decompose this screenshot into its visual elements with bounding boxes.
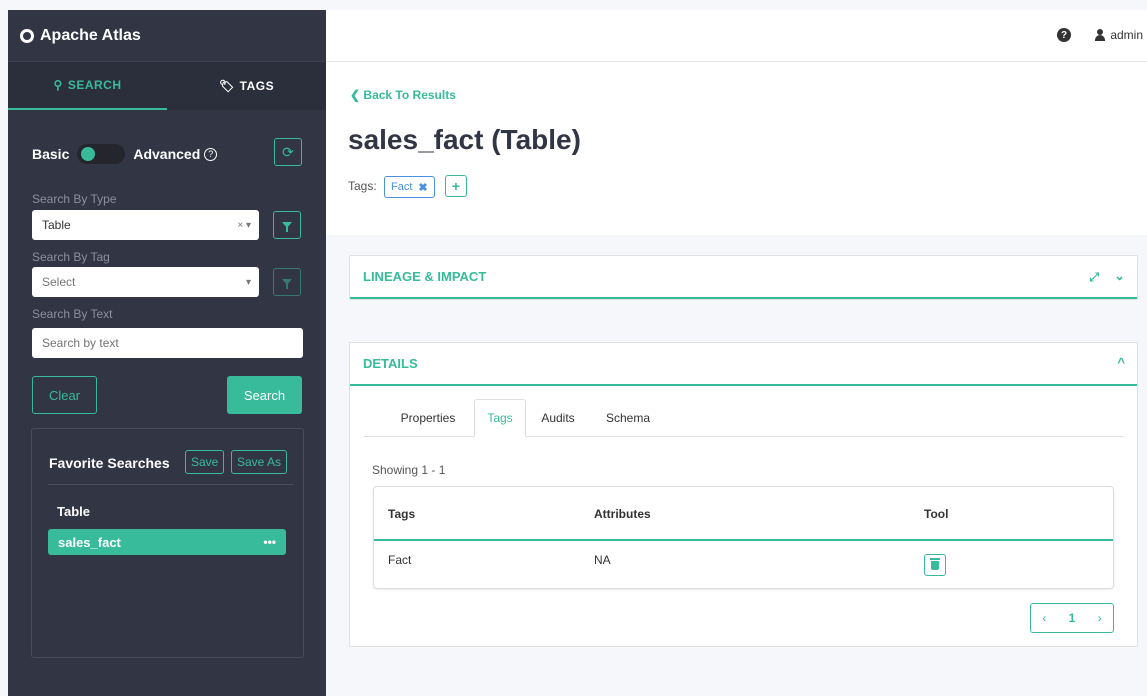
column-header-tool: Tool: [924, 507, 949, 521]
help-circle-icon[interactable]: ?: [204, 147, 218, 161]
cell-tag: Fact: [388, 553, 412, 567]
user-name: admin: [1110, 28, 1143, 42]
page-number[interactable]: 1: [1069, 611, 1076, 625]
favorite-category: Table: [57, 504, 90, 519]
chevron-down-icon: ▾: [245, 219, 251, 231]
toggle-knob: [81, 147, 96, 161]
mode-toggle[interactable]: [77, 144, 126, 164]
tab-schema[interactable]: Schema: [592, 399, 664, 437]
sidebar-tabs: ⚲ SEARCH 🏷 TAGS: [8, 62, 326, 110]
column-header-tags: Tags: [388, 507, 416, 521]
search-by-tag-label: Search By Tag: [32, 250, 110, 264]
details-panel: DETAILS ^ Properties Tags Audits Schema …: [349, 342, 1138, 647]
tab-properties[interactable]: Properties: [388, 399, 468, 437]
divider: [48, 484, 293, 485]
more-icon[interactable]: •••: [263, 535, 276, 549]
showing-count: Showing 1 - 1: [372, 463, 446, 477]
user-menu[interactable]: admin: [1094, 28, 1143, 42]
filter-icon: [282, 222, 292, 232]
tags-label: Tags:: [348, 179, 377, 193]
search-by-text-label: Search By Text: [32, 307, 113, 321]
chevron-down-icon: ▾: [245, 276, 251, 288]
favorite-item-sales-fact[interactable]: sales_fact •••: [48, 529, 286, 555]
globe-icon: [20, 28, 34, 43]
tab-tags[interactable]: 🏷 TAGS: [167, 62, 326, 110]
entity-header: ❮ Back To Results sales_fact (Table) Tag…: [326, 62, 1147, 235]
add-tag-button[interactable]: +: [445, 175, 467, 197]
clear-button[interactable]: Clear: [32, 376, 97, 414]
chevron-down-icon[interactable]: ⌄: [1114, 268, 1125, 284]
tag-chip-fact[interactable]: Fact ✖: [384, 176, 435, 198]
refresh-button[interactable]: ⟳: [274, 138, 302, 166]
page-title: sales_fact (Table): [348, 124, 581, 155]
delete-tag-button[interactable]: [924, 554, 946, 576]
details-panel-header[interactable]: DETAILS ^: [350, 343, 1137, 386]
tab-search-label: SEARCH: [67, 78, 122, 92]
type-filter-button[interactable]: [273, 211, 301, 239]
pagination: ‹ 1 ›: [1030, 603, 1114, 633]
user-icon: [1094, 29, 1106, 41]
table-header: Tags Attributes Tool: [374, 487, 1113, 541]
cell-attributes: NA: [594, 553, 611, 567]
favorite-searches-panel: Favorite Searches Save Save As Table sal…: [31, 428, 304, 658]
tag-select-placeholder: Select: [42, 275, 76, 289]
help-icon[interactable]: ?: [1057, 28, 1071, 42]
favorite-searches-title: Favorite Searches: [49, 455, 170, 471]
search-button[interactable]: Search: [227, 376, 302, 414]
type-select-value: Table: [42, 218, 71, 232]
back-label: Back To Results: [363, 88, 456, 102]
tag-chip-label: Fact: [391, 181, 413, 193]
expand-icon[interactable]: ⤢: [1089, 270, 1099, 285]
lineage-panel-header[interactable]: LINEAGE & IMPACT ⤢ ⌄: [350, 256, 1137, 299]
lineage-panel: LINEAGE & IMPACT ⤢ ⌄: [349, 255, 1138, 300]
tab-tags[interactable]: Tags: [474, 399, 526, 437]
search-icon: ⚲: [53, 78, 63, 92]
search-mode-row: Basic Advanced ? ⟳: [32, 138, 302, 166]
filter-icon: [282, 279, 292, 289]
next-page-button[interactable]: ›: [1098, 611, 1102, 625]
sidebar: Apache Atlas ⚲ SEARCH 🏷 TAGS Basic Advan…: [8, 10, 326, 696]
type-select[interactable]: Table × ▾: [32, 210, 259, 240]
tag-icon: 🏷: [218, 79, 235, 93]
save-button[interactable]: Save: [185, 450, 225, 474]
tag-select[interactable]: Select ▾: [32, 267, 259, 297]
back-to-results-link[interactable]: ❮ Back To Results: [350, 88, 456, 102]
refresh-icon: ⟳: [282, 143, 294, 160]
tab-search[interactable]: ⚲ SEARCH: [8, 62, 167, 110]
favorite-item-label: sales_fact: [58, 534, 121, 550]
lineage-title: LINEAGE & IMPACT: [363, 269, 487, 284]
tab-audits[interactable]: Audits: [530, 399, 586, 437]
details-tabs: Properties Tags Audits Schema: [364, 399, 1123, 437]
tag-filter-button[interactable]: [273, 268, 301, 296]
details-title: DETAILS: [363, 356, 418, 371]
search-text-input[interactable]: [32, 328, 303, 358]
remove-tag-icon[interactable]: ✖: [418, 181, 427, 194]
brand[interactable]: Apache Atlas: [8, 10, 326, 62]
chevron-up-icon[interactable]: ^: [1117, 355, 1125, 370]
trash-icon: [930, 557, 940, 570]
table-row: Fact NA: [374, 541, 1113, 588]
app-title: Apache Atlas: [40, 26, 141, 44]
advanced-label: Advanced: [133, 146, 201, 162]
basic-label: Basic: [32, 146, 70, 162]
tags-table: Tags Attributes Tool Fact NA: [373, 486, 1114, 589]
clear-icon[interactable]: ×: [237, 220, 243, 231]
tab-tags-label: TAGS: [239, 79, 275, 93]
type-select-controls: × ▾: [237, 220, 251, 231]
column-header-attributes: Attributes: [594, 507, 651, 521]
top-header: ? admin: [326, 10, 1147, 62]
prev-page-button[interactable]: ‹: [1042, 611, 1046, 625]
chevron-left-icon: ❮: [350, 88, 361, 102]
search-by-type-label: Search By Type: [32, 192, 117, 206]
save-as-button[interactable]: Save As: [231, 450, 288, 474]
